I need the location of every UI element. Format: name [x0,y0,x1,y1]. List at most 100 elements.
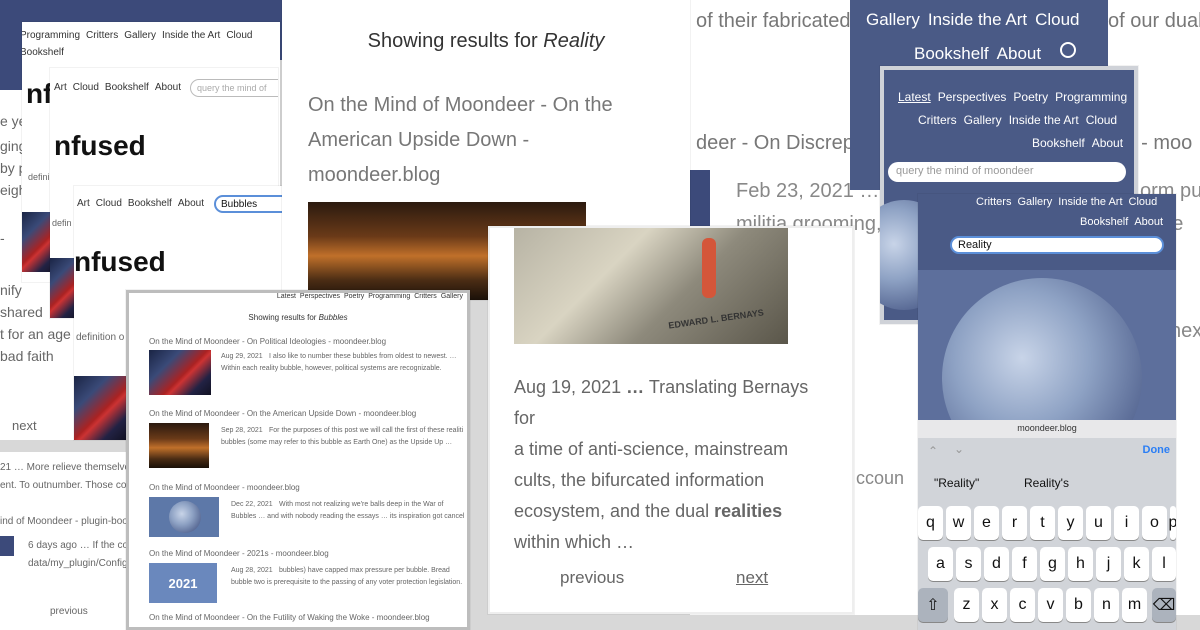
key-s[interactable]: s [956,547,981,581]
key-r[interactable]: r [1002,506,1027,540]
chevron-down-icon[interactable]: ⌄ [954,442,964,456]
key-j[interactable]: j [1096,547,1121,581]
nav-bookshelf[interactable]: Bookshelf [914,44,989,64]
nav-critters[interactable]: Critters [976,196,1011,208]
nav-about[interactable]: About [178,198,204,209]
nav-cloud[interactable]: Cloud [1035,10,1079,30]
left-text-7: shared [0,304,43,320]
nav-bookshelf[interactable]: Bookshelf [128,198,172,209]
chevron-up-icon[interactable]: ⌃ [928,444,938,458]
nav-inside-the-art[interactable]: Inside the Art [1058,196,1122,208]
key-t[interactable]: t [1030,506,1055,540]
mid-nav-row2: Critters Gallery Inside the Art Cloud [918,113,1117,127]
search-input[interactable]: query the mind of [190,79,278,97]
bubbles-result-1-title[interactable]: On the Mind of Moondeer - On Political I… [149,337,386,346]
key-v[interactable]: v [1038,588,1063,622]
nav-gallery[interactable]: Gallery [1017,196,1052,208]
key-n[interactable]: n [1094,588,1119,622]
key-u[interactable]: u [1086,506,1111,540]
key-d[interactable]: d [984,547,1009,581]
left-bottom-line5: data/my_plugin/Config [28,558,128,569]
nav-critters[interactable]: Critters [86,30,118,41]
result-title[interactable]: On the Mind of Moondeer - On the America… [308,88,648,193]
key-z[interactable]: z [954,588,979,622]
nav-bookshelf[interactable]: Bookshelf [105,82,149,93]
bubbles-result-4-snippet: bubbles) have capped max pressure per bu… [279,567,450,574]
nav-about[interactable]: About [1134,216,1163,228]
done-button[interactable]: Done [1143,444,1171,456]
key-e[interactable]: e [974,506,999,540]
nav-gallery[interactable]: Gallery [441,293,463,300]
key-h[interactable]: h [1068,547,1093,581]
nav-cloud[interactable]: Cloud [1129,196,1158,208]
phone-toolbar: ⌃ ⌄ Done [918,438,1176,464]
nav-perspectives[interactable]: Perspectives [938,90,1007,104]
key-f[interactable]: f [1012,547,1037,581]
key-w[interactable]: w [946,506,971,540]
nav-bookshelf[interactable]: Bookshelf [1080,216,1128,228]
nav-latest[interactable]: Latest [898,90,931,104]
left-next-link[interactable]: next [12,418,37,433]
key-b[interactable]: b [1066,588,1091,622]
key-y[interactable]: y [1058,506,1083,540]
bg-text-moon-right: . - moo [1130,132,1193,154]
key-a[interactable]: a [928,547,953,581]
key-p[interactable]: p [1169,506,1176,540]
nav-about[interactable]: About [997,44,1041,64]
phone-search-input[interactable]: Reality [950,236,1164,254]
nav-cloud[interactable]: Cloud [1086,113,1117,127]
nav-gallery[interactable]: Gallery [866,10,920,30]
nav-cloud[interactable]: Cloud [226,30,252,41]
bubbles-result-4-title[interactable]: On the Mind of Moondeer - 2021s - moonde… [149,549,329,558]
bubbles-result-3-title[interactable]: On the Mind of Moondeer - moondeer.blog [149,483,300,492]
key-o[interactable]: o [1142,506,1167,540]
bubbles-result-5-title[interactable]: On the Mind of Moondeer - On the Futilit… [149,613,430,622]
nav-critters[interactable]: Critters [414,293,437,300]
search-input-mid[interactable]: query the mind of moondeer [888,162,1126,182]
key-g[interactable]: g [1040,547,1065,581]
bubbles-result-2-title[interactable]: On the Mind of Moondeer - On the America… [149,409,416,418]
key-m[interactable]: m [1122,588,1147,622]
nav-inside-the-art[interactable]: Inside the Art [928,10,1027,30]
previous-link[interactable]: previous [560,568,624,588]
nav-cloud[interactable]: Cloud [96,198,122,209]
nav-gallery[interactable]: Gallery [964,113,1002,127]
nav-latest[interactable]: Latest [277,293,296,300]
key-l[interactable]: l [1152,547,1176,581]
nav-poetry[interactable]: Poetry [344,293,364,300]
next-link[interactable]: next [736,568,768,588]
nav-gallery[interactable]: Gallery [124,30,156,41]
nav-inside-the-art[interactable]: Inside the Art [162,30,220,41]
nav-perspectives[interactable]: Perspectives [300,293,340,300]
bernays-book-image: EDWARD L. BERNAYS [514,228,788,344]
search-input-bubbles[interactable]: Bubbles [214,195,284,213]
nav-art[interactable]: Art [54,82,67,93]
search-icon[interactable] [1060,42,1076,58]
key-k[interactable]: k [1124,547,1149,581]
nav-about[interactable]: About [155,82,181,93]
nav-critters[interactable]: Critters [918,113,957,127]
shift-key[interactable]: ⇧ [918,588,948,622]
nav-about[interactable]: About [1092,136,1123,150]
nav-programming[interactable]: Programming [368,293,410,300]
left-bottom-line4: 6 days ago … If the co [28,540,129,551]
suggestion-1[interactable]: "Reality" [934,476,979,490]
key-i[interactable]: i [1114,506,1139,540]
bubbles-result-3-snippet2: Bubbles … and with nobody reading the es… [231,513,465,520]
backspace-key[interactable]: ⌫ [1152,588,1176,622]
key-q[interactable]: q [918,506,943,540]
key-x[interactable]: x [982,588,1007,622]
nav-poetry[interactable]: Poetry [1013,90,1048,104]
nav-cloud[interactable]: Cloud [73,82,99,93]
key-c[interactable]: c [1010,588,1035,622]
book-author-label: EDWARD L. BERNAYS [667,307,765,331]
suggestion-2[interactable]: Reality's [1024,476,1069,490]
nav-programming[interactable]: Programming [22,30,80,41]
nav-bookshelf[interactable]: Bookshelf [22,47,64,58]
book-red-figure [702,238,716,298]
left-previous-link[interactable]: previous [50,606,88,617]
nav-bookshelf[interactable]: Bookshelf [1032,136,1085,150]
nav-programming[interactable]: Programming [1055,90,1127,104]
nav-inside-the-art[interactable]: Inside the Art [1009,113,1079,127]
nav-art[interactable]: Art [77,198,90,209]
